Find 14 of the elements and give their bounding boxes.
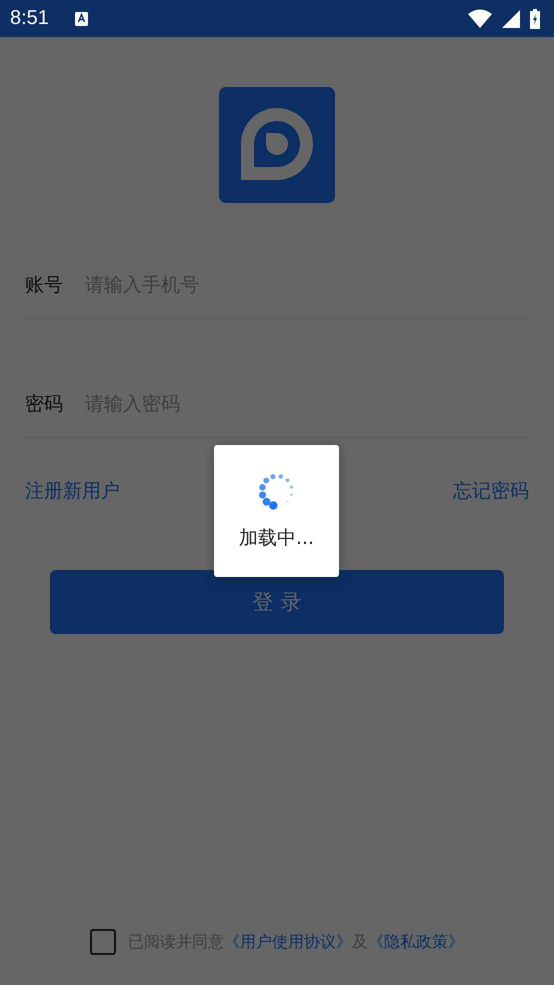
loading-text: 加载中... <box>238 526 314 551</box>
keyboard-icon <box>74 12 88 26</box>
register-link[interactable]: 注册新用户 <box>25 478 120 504</box>
terms-link[interactable]: 《用户使用协议》 <box>224 932 352 950</box>
agreement-checkbox[interactable] <box>90 929 116 955</box>
account-label: 账号 <box>25 272 63 298</box>
login-button[interactable]: 登 录 <box>50 570 504 634</box>
wifi-icon <box>468 9 492 28</box>
clock: 8:51 <box>10 7 49 30</box>
privacy-link[interactable]: 《隐私政策》 <box>368 932 464 950</box>
signal-icon <box>502 10 520 28</box>
forgot-password-link[interactable]: 忘记密码 <box>453 478 529 504</box>
password-label: 密码 <box>25 392 63 416</box>
battery-icon <box>530 8 540 28</box>
